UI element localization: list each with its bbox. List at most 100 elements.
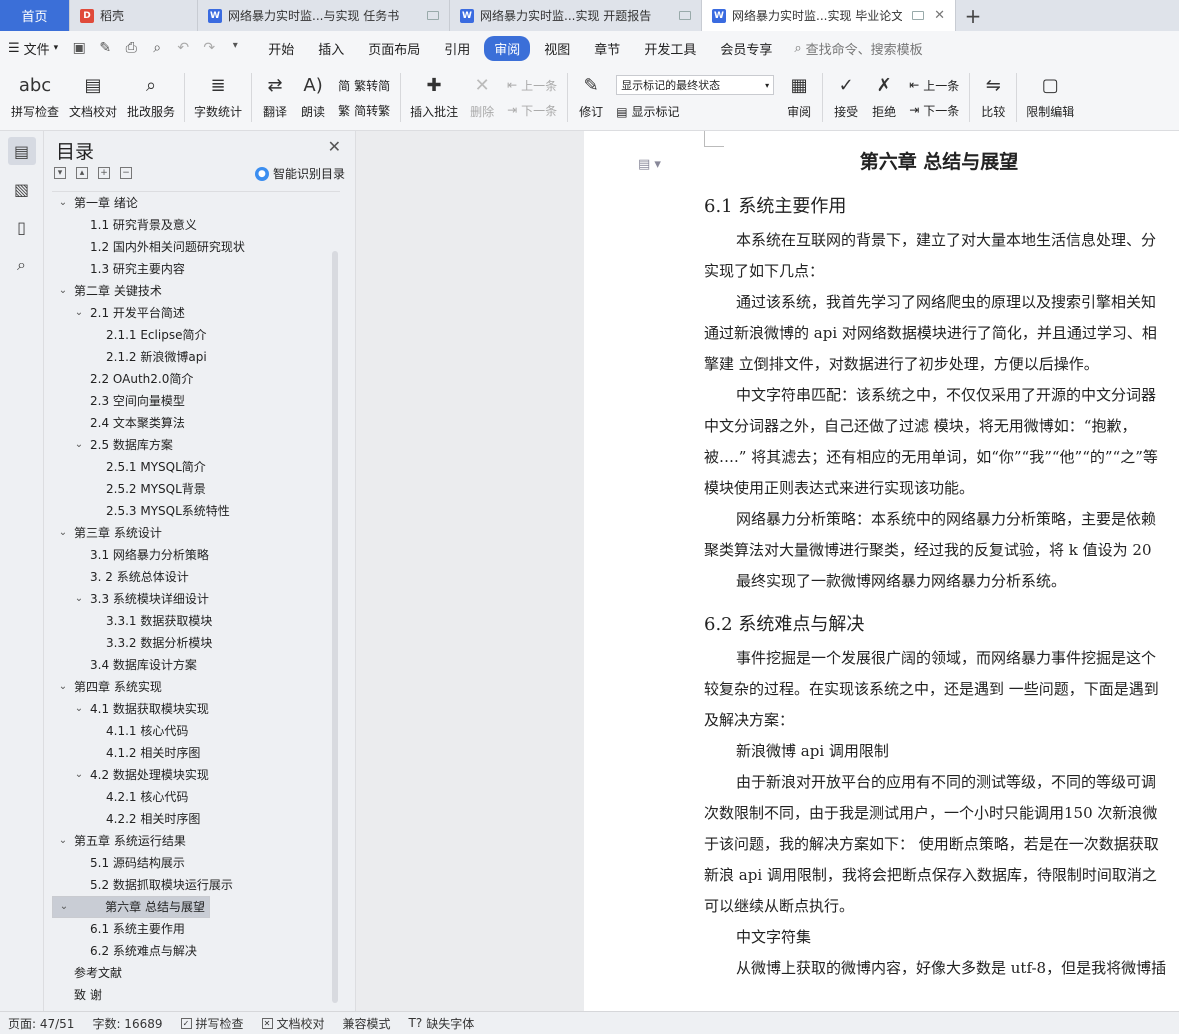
word-count-indicator[interactable]: 字数: 16689 [92,1015,162,1032]
compat-mode[interactable]: 兼容模式 [343,1015,391,1032]
chevron-down-icon[interactable]: ⌄ [72,302,86,324]
search-icon[interactable]: ⌕ [8,251,36,279]
toc-item[interactable]: 1.3 研究主要内容 [52,258,340,280]
reject-button[interactable]: ✗ 拒绝 [865,65,903,130]
toc-item[interactable]: ⌄ 第三章 系统设计 [52,522,340,544]
chevron-down-icon[interactable]: ⌄ [56,522,70,544]
tab-daoke[interactable]: D 稻壳 [70,0,198,31]
toc-item[interactable]: 3.3.2 数据分析模块 [52,632,340,654]
undo-icon[interactable]: ↶ [174,40,192,56]
smart-toc-button[interactable]: ● 智能识别目录 [254,165,345,182]
toc-item[interactable]: 2.5.2 MYSQL背景 [52,478,340,500]
next-comment-button[interactable]: ⇥ 下一条 [507,102,557,119]
compare-button[interactable]: ⇋ 比较 [974,65,1012,130]
toc-item[interactable]: 2.2 OAuth2.0简介 [52,368,340,390]
toc-item[interactable]: 2.5.3 MYSQL系统特性 [52,500,340,522]
toc-item[interactable]: ⌄ 2.1 开发平台简述 [52,302,340,324]
spell-check-status[interactable]: ✓ 拼写检查 [180,1015,244,1032]
format-painter-icon[interactable]: ✎ [96,40,114,56]
toc-item[interactable]: 4.2.2 相关时序图 [52,808,340,830]
page-indicator[interactable]: 页面: 47/51 [8,1015,74,1032]
close-tab-icon[interactable]: ✕ [934,8,945,23]
toc-item[interactable]: ⌄ 4.2 数据处理模块实现 [52,764,340,786]
spell-check-button[interactable]: abc 拼写检查 [6,65,64,130]
toc-item[interactable]: 1.1 研究背景及意义 [52,214,340,236]
tab-home[interactable]: 首页 [0,0,70,31]
redo-icon[interactable]: ↷ [200,40,218,56]
save-icon[interactable]: ▣ [70,40,88,56]
command-search[interactable]: ⌕ 查找命令、搜索模板 [794,39,922,58]
add-heading-icon[interactable]: + [98,167,110,179]
simp-to-trad-button[interactable]: 繁简转繁 [338,102,390,119]
bookmark-icon[interactable]: ▯ [8,213,36,241]
toc-item[interactable]: 1.2 国内外相关问题研究现状 [52,236,340,258]
word-count-button[interactable]: ≣ 字数统计 [189,65,247,130]
tab-doc-proposal[interactable]: W 网络暴力实时监...实现 开题报告 [450,0,702,31]
next-change-button[interactable]: ⇥ 下一条 [909,102,959,119]
remove-heading-icon[interactable]: − [120,167,132,179]
track-changes-button[interactable]: ✎ 修订 [572,65,610,130]
delete-comment-button[interactable]: ✕ 删除 [463,65,501,130]
toc-item[interactable]: 2.3 空间向量模型 [52,390,340,412]
toc-item[interactable]: 5.1 源码结构展示 [52,852,340,874]
chevron-down-icon[interactable]: ⌄ [72,764,86,786]
toc-item[interactable]: ⌄ 2.5 数据库方案 [52,434,340,456]
new-tab-button[interactable]: + [956,0,990,31]
toc-item[interactable]: 6.1 系统主要作用 [52,918,340,940]
chevron-down-icon[interactable]: ⌄ [72,588,86,610]
accept-button[interactable]: ✓ 接受 [827,65,865,130]
file-menu[interactable]: ☰ 文件 ▾ [8,39,58,58]
chevron-down-icon[interactable]: ⌄ [57,896,71,918]
menu-tab-references[interactable]: 引用 [434,36,480,61]
batch-service-button[interactable]: ⌕ 批改服务 [122,65,180,130]
doc-check-button[interactable]: ▤ 文档校对 [64,65,122,130]
chevron-down-icon[interactable]: ⌄ [72,434,86,456]
show-markup-button[interactable]: ▤ 显示标记 [616,103,774,120]
toc-item[interactable]: 3.1 网络暴力分析策略 [52,544,340,566]
toc-item[interactable]: 3.3.1 数据获取模块 [52,610,340,632]
expand-icon[interactable]: ▾ [54,167,66,179]
insert-comment-button[interactable]: ✚ 插入批注 [405,65,463,130]
chevron-down-icon[interactable]: ⌄ [72,698,86,720]
customize-icon[interactable]: ▾ [226,40,244,56]
chevron-down-icon[interactable]: ⌄ [56,830,70,852]
toc-item-selected[interactable]: ⌄ 第六章 总结与展望 [52,896,210,918]
chevron-down-icon[interactable]: ⌄ [56,676,70,698]
toc-item[interactable]: 致 谢 [52,984,340,1003]
close-icon[interactable]: ✕ [328,137,341,156]
menu-tab-member[interactable]: 会员专享 [710,36,782,61]
menu-tab-review[interactable]: 审阅 [484,35,531,61]
toc-item[interactable]: 4.1.2 相关时序图 [52,742,340,764]
menu-tab-view[interactable]: 视图 [534,36,580,61]
restrict-editing-button[interactable]: ▢ 限制编辑 [1021,65,1079,130]
toc-item[interactable]: 3. 2 系统总体设计 [52,566,340,588]
chevron-down-icon[interactable]: ⌄ [56,192,70,214]
doc-check-status[interactable]: ✕ 文档校对 [261,1015,325,1032]
prev-comment-button[interactable]: ⇤ 上一条 [507,77,557,94]
toc-panel-icon[interactable]: ▤ [7,137,36,165]
tab-doc-task[interactable]: W 网络暴力实时监...与实现 任务书 [198,0,450,31]
toc-item[interactable]: 4.1.1 核心代码 [52,720,340,742]
markup-state-select[interactable]: 显示标记的最终状态 ▾ [616,75,775,95]
toc-item[interactable]: ⌄ 第一章 绪论 [52,192,340,214]
toc-item[interactable]: 2.1.2 新浪微博api [52,346,340,368]
toc-item[interactable]: 2.4 文本聚类算法 [52,412,340,434]
review-pane-button[interactable]: ▦ 审阅 [780,65,818,130]
toc-item[interactable]: 5.2 数据抓取模块运行展示 [52,874,340,896]
tab-doc-thesis[interactable]: W 网络暴力实时监...实现 毕业论文 ✕ [702,0,956,31]
menu-tab-layout[interactable]: 页面布局 [358,36,430,61]
trad-to-simp-button[interactable]: 简繁转简 [338,77,390,94]
chevron-down-icon[interactable]: ⌄ [56,280,70,302]
print-preview-icon[interactable]: ⌕ [148,40,166,56]
translate-button[interactable]: ⇄ 翻译 [256,65,294,130]
toc-item[interactable]: 6.2 系统难点与解决 [52,940,340,962]
chapter-nav-icon[interactable]: ▧ [8,175,36,203]
menu-tab-home[interactable]: 开始 [258,36,304,61]
toc-item[interactable]: ⌄ 第五章 系统运行结果 [52,830,340,852]
document-page[interactable]: ▤ ▾ 第六章 总结与展望 6.1 系统主要作用 本系统在互联网的背景下，建立了… [584,131,1179,1011]
missing-font-status[interactable]: T? 缺失字体 [409,1015,475,1032]
collapse-icon[interactable]: ▴ [76,167,88,179]
toc-scrollbar[interactable] [332,251,338,1003]
menu-tab-developer[interactable]: 开发工具 [634,36,706,61]
toc-item[interactable]: 2.1.1 Eclipse简介 [52,324,340,346]
